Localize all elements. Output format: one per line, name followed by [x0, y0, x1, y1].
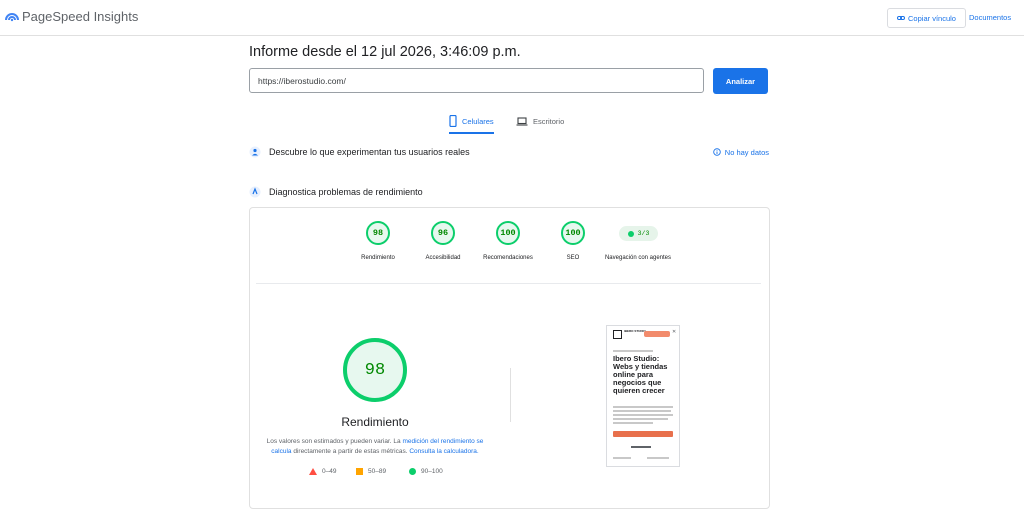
url-input[interactable] [249, 68, 704, 93]
gauge-seo-label: SEO [566, 255, 580, 261]
field-data-section: Descubre lo que experimentan tus usuario… [249, 144, 769, 160]
note-middle: directamente a partir de estas métricas. [293, 448, 408, 456]
gauge-accessibility[interactable]: 96 [431, 221, 455, 245]
site-close-icon: ✕ [672, 329, 677, 335]
site-text-line [613, 457, 631, 459]
tab-desktop[interactable]: Escritorio [516, 110, 564, 132]
agent-navigation-label: Navegación con agentes [604, 255, 672, 261]
legend-average-range: 50–89 [368, 468, 387, 475]
legend-average: 50–89 [356, 468, 386, 475]
site-text-line [613, 418, 668, 420]
site-button [613, 431, 673, 437]
tab-mobile-label: Celulares [462, 116, 494, 126]
site-headline: Ibero Studio: Webs y tiendas online para… [613, 354, 668, 396]
analyze-button[interactable]: Analizar [713, 68, 768, 94]
site-brand: IBERO STUDIO [624, 329, 646, 333]
legend-fail: 0–49 [309, 468, 336, 475]
diagnostics-icon [249, 186, 261, 198]
pagespeed-logo-icon [5, 13, 19, 22]
gauge-seo[interactable]: 100 [561, 221, 585, 245]
card-divider [256, 283, 761, 284]
site-logo-icon [613, 330, 622, 339]
legend-pass-range: 90–100 [421, 468, 443, 475]
pass-circle-icon [409, 468, 416, 475]
tab-desktop-label: Escritorio [533, 116, 565, 126]
site-text-line [613, 406, 673, 408]
legend-pass: 90–100 [409, 468, 443, 475]
docs-link[interactable]: Documentos [969, 13, 1011, 22]
users-icon [249, 146, 261, 158]
gauge-best-practices[interactable]: 100 [496, 221, 520, 245]
gauge-accessibility-label: Accesibilidad [425, 255, 461, 261]
report-card [249, 207, 770, 509]
calculator-link[interactable]: Consulta la calculadora. [409, 448, 478, 455]
smartphone-icon [449, 115, 457, 127]
agent-navigation-value: 3/3 [637, 230, 650, 237]
average-square-icon [356, 468, 363, 475]
fail-triangle-icon [309, 468, 317, 475]
gauge-best-practices-label: Recomendaciones [483, 255, 533, 261]
vertical-divider [510, 368, 511, 422]
site-text-line [613, 422, 653, 424]
gauge-performance[interactable]: 98 [366, 221, 390, 245]
note-prefix: Los valores son estimados y pueden varia… [266, 438, 401, 445]
page-screenshot-preview: IBERO STUDIO ✕ Ibero Studio: Webs y tien… [606, 325, 680, 467]
site-text-line [613, 414, 673, 416]
site-text-line [647, 457, 669, 459]
performance-note: Los valores son estimados y pueden varia… [262, 437, 488, 457]
link-icon [897, 16, 906, 20]
site-text-line [631, 446, 651, 448]
copy-link-button[interactable]: Copiar vínculo [887, 8, 966, 28]
site-text-line [613, 410, 671, 412]
lab-data-section: Diagnostica problemas de rendimiento [249, 184, 769, 200]
performance-score-gauge: 98 [343, 338, 407, 402]
copy-link-label: Copiar vínculo [908, 13, 956, 23]
gauge-performance-label: Rendimiento [361, 255, 395, 261]
tab-mobile[interactable]: Celulares [449, 110, 494, 134]
app-title: PageSpeed Insights [22, 9, 139, 24]
no-data-status: No hay datos [713, 148, 769, 157]
no-data-label: No hay datos [724, 147, 769, 157]
agent-navigation-badge[interactable]: 3/3 [619, 226, 658, 241]
performance-score-label: Rendimiento [341, 415, 409, 429]
field-data-label: Descubre lo que experimentan tus usuario… [269, 147, 470, 157]
report-title: Informe desde el 12 jul 2026, 3:46:09 p.… [249, 44, 521, 60]
info-icon [713, 148, 721, 156]
site-cta-pill [644, 331, 670, 337]
site-text-line [613, 350, 653, 352]
lab-data-label: Diagnostica problemas de rendimiento [269, 187, 423, 197]
top-bar: PageSpeed Insights Copiar vínculo Docume… [0, 0, 1024, 36]
legend-fail-range: 0–49 [322, 468, 337, 475]
pass-dot-icon [627, 230, 634, 237]
laptop-icon [516, 116, 528, 126]
